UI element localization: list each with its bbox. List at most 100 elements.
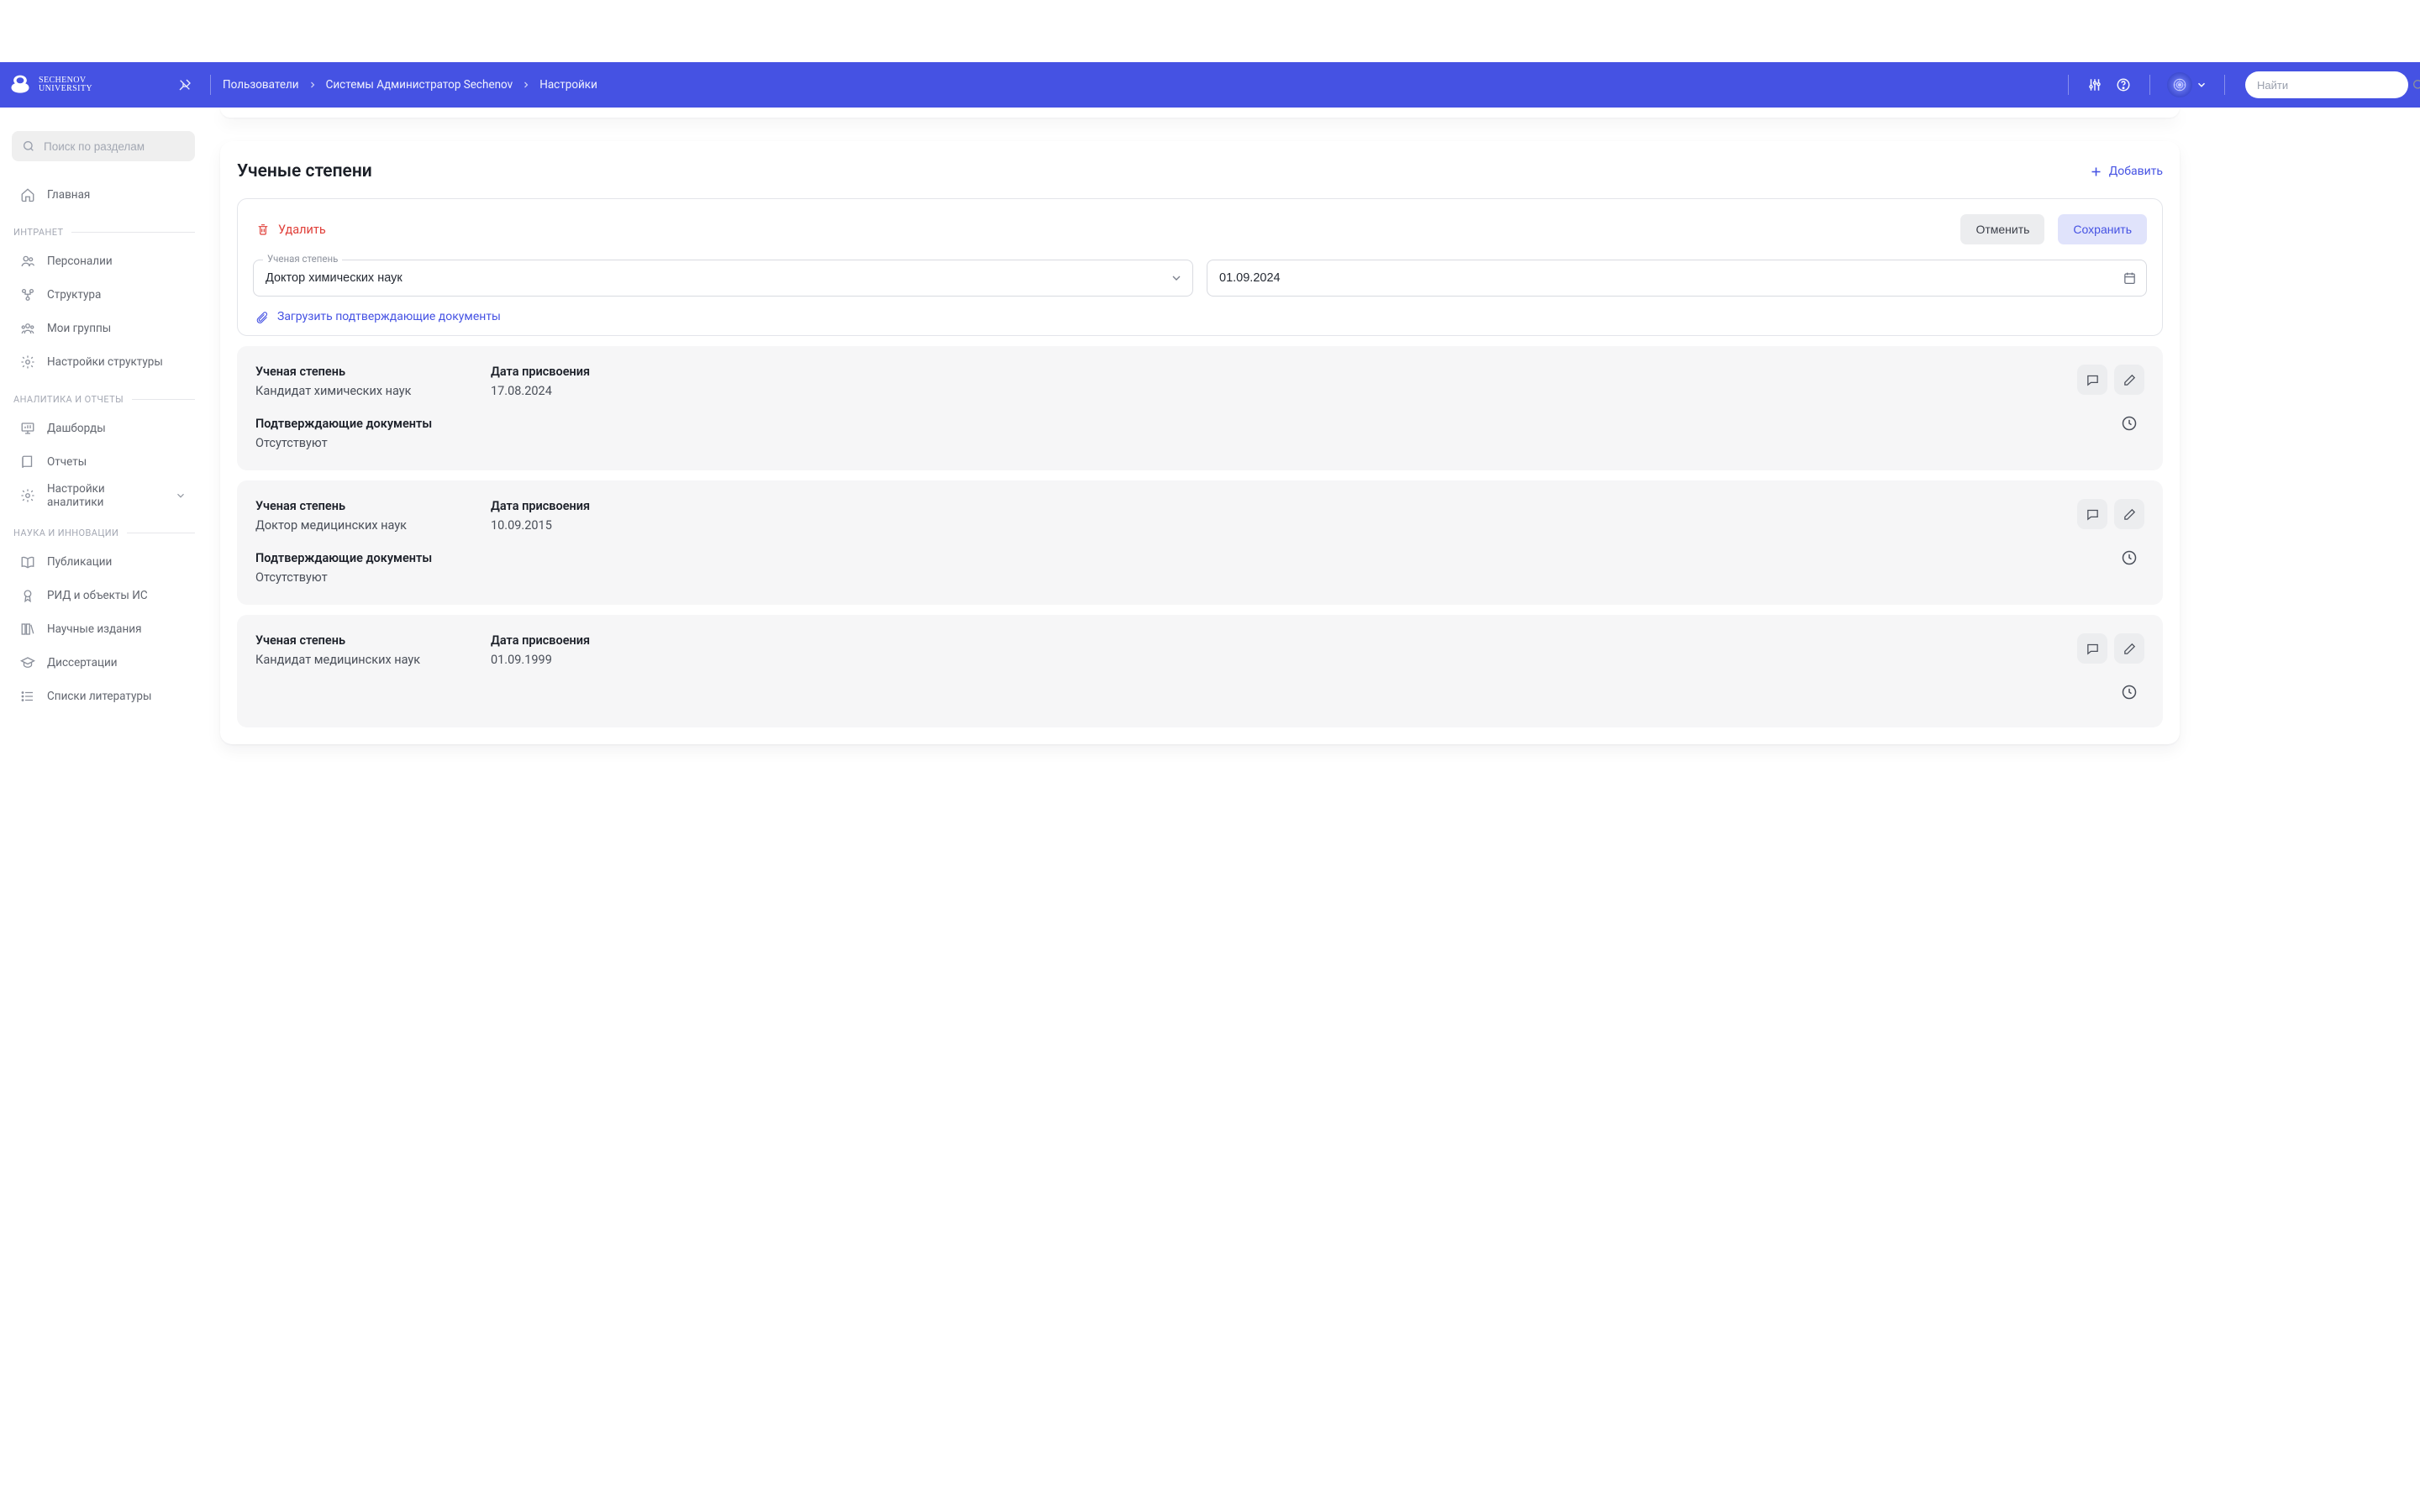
date-field[interactable] bbox=[1207, 260, 2147, 297]
add-degree-button[interactable]: Добавить bbox=[2090, 165, 2163, 178]
trash-icon bbox=[256, 223, 270, 236]
sidebar-item-dashboards[interactable]: Дашборды bbox=[12, 412, 195, 445]
degree-label: Ученая степень bbox=[255, 499, 424, 513]
sidebar-item-publications[interactable]: Публикации bbox=[12, 545, 195, 579]
docs-value: Отсутствуют bbox=[255, 436, 2067, 450]
history-button[interactable] bbox=[2114, 677, 2144, 707]
chevron-down-icon bbox=[175, 490, 187, 501]
clock-icon bbox=[2121, 415, 2138, 432]
pin-icon[interactable] bbox=[171, 71, 198, 98]
sidebar-section-intranet: ИНТРАНЕТ bbox=[13, 227, 195, 238]
sidebar-item-journals[interactable]: Научные издания bbox=[12, 612, 195, 646]
degree-label: Ученая степень bbox=[255, 365, 424, 379]
sidebar-item-label: Персоналии bbox=[47, 255, 113, 268]
logo-icon bbox=[8, 73, 32, 97]
sidebar-item-label: РИД и объекты ИС bbox=[47, 589, 148, 602]
docs-label: Подтверждающие документы bbox=[255, 551, 2067, 565]
logo-text: SECHENOV UNIVERSITY bbox=[39, 76, 92, 94]
global-search[interactable] bbox=[2245, 71, 2408, 98]
date-value: 10.09.2015 bbox=[491, 518, 659, 533]
sidebar-item-mygroups[interactable]: Мои группы bbox=[12, 312, 195, 345]
edit-icon bbox=[2123, 507, 2137, 522]
degree-edit-card: Удалить Отменить Сохранить Ученая степен… bbox=[237, 198, 2163, 336]
degrees-panel: Ученые степени Добавить Удалить Отменить… bbox=[220, 141, 2180, 744]
help-icon[interactable] bbox=[2109, 71, 2138, 99]
breadcrumb-settings[interactable]: Настройки bbox=[539, 78, 597, 92]
add-degree-label: Добавить bbox=[2109, 165, 2163, 178]
date-input[interactable] bbox=[1207, 260, 2147, 297]
search-icon bbox=[22, 139, 35, 153]
comment-button[interactable] bbox=[2077, 365, 2107, 395]
degree-value: Доктор медицинских наук bbox=[255, 518, 424, 533]
global-search-input[interactable] bbox=[2257, 79, 2405, 92]
avatar bbox=[2167, 72, 2192, 97]
sidebar-item-structure[interactable]: Структура bbox=[12, 278, 195, 312]
previous-panel-edge bbox=[220, 108, 2180, 118]
sidebar-section-science: НАУКА И ИННОВАЦИИ bbox=[13, 528, 195, 538]
comment-button[interactable] bbox=[2077, 499, 2107, 529]
sidebar-search[interactable] bbox=[12, 131, 195, 161]
date-label: Дата присвоения bbox=[491, 499, 659, 513]
edit-button[interactable] bbox=[2114, 365, 2144, 395]
sidebar-item-reports[interactable]: Отчеты bbox=[12, 445, 195, 479]
clock-icon bbox=[2121, 549, 2138, 566]
chevron-down-icon bbox=[2196, 79, 2207, 91]
comment-icon bbox=[2086, 507, 2100, 522]
breadcrumb-users[interactable]: Пользователи bbox=[223, 78, 299, 92]
logo[interactable]: SECHENOV UNIVERSITY bbox=[8, 73, 92, 97]
comment-button[interactable] bbox=[2077, 633, 2107, 664]
breadcrumb-admin[interactable]: Системы Администратор Sechenov bbox=[326, 78, 513, 92]
home-icon bbox=[20, 187, 35, 202]
date-label: Дата присвоения bbox=[491, 633, 659, 648]
history-button[interactable] bbox=[2114, 408, 2144, 438]
search-icon bbox=[2412, 78, 2420, 92]
sidebar-item-struct-settings[interactable]: Настройки структуры bbox=[12, 345, 195, 379]
sidebar-item-rid[interactable]: РИД и объекты ИС bbox=[12, 579, 195, 612]
sidebar-item-label: Диссертации bbox=[47, 656, 118, 669]
sidebar-search-input[interactable] bbox=[44, 140, 192, 153]
calendar-icon[interactable] bbox=[2123, 271, 2137, 286]
sidebar-item-analytics-settings[interactable]: Настройки аналитики bbox=[12, 479, 195, 512]
sidebar-item-dissertations[interactable]: Диссертации bbox=[12, 646, 195, 680]
breadcrumb: Пользователи Системы Администратор Seche… bbox=[223, 78, 597, 92]
group-icon bbox=[20, 321, 35, 336]
delete-button[interactable]: Удалить bbox=[256, 223, 326, 237]
edit-icon bbox=[2123, 642, 2137, 656]
sliders-icon[interactable] bbox=[2081, 71, 2109, 99]
plus-icon bbox=[2090, 165, 2102, 178]
user-menu[interactable] bbox=[2167, 72, 2207, 97]
cancel-button[interactable]: Отменить bbox=[1960, 214, 2044, 244]
comment-icon bbox=[2086, 642, 2100, 656]
sidebar-item-label: Настройки аналитики bbox=[47, 482, 163, 509]
edit-button[interactable] bbox=[2114, 499, 2144, 529]
degree-field-label: Ученая степень bbox=[263, 253, 342, 265]
save-button[interactable]: Сохранить bbox=[2058, 214, 2147, 244]
edit-icon bbox=[2123, 373, 2137, 387]
sidebar-item-label: Дашборды bbox=[47, 422, 106, 435]
date-value: 17.08.2024 bbox=[491, 384, 659, 398]
degree-select-input[interactable] bbox=[253, 260, 1193, 297]
users-icon bbox=[20, 254, 35, 269]
paperclip-icon bbox=[256, 311, 269, 323]
history-button[interactable] bbox=[2114, 543, 2144, 573]
org-icon bbox=[20, 287, 35, 302]
upload-docs-button[interactable]: Загрузить подтверждающие документы bbox=[256, 310, 2147, 323]
browser-chrome-gap bbox=[0, 0, 2420, 62]
clock-icon bbox=[2121, 684, 2138, 701]
sidebar-item-home[interactable]: Главная bbox=[12, 178, 195, 212]
main-content: Ученые степени Добавить Удалить Отменить… bbox=[207, 108, 2420, 1512]
degree-item: Ученая степень Кандидат медицинских наук… bbox=[237, 615, 2163, 727]
graduation-icon bbox=[20, 655, 35, 670]
degree-label: Ученая степень bbox=[255, 633, 424, 648]
chevron-right-icon bbox=[308, 80, 318, 90]
degree-select[interactable]: Ученая степень bbox=[253, 260, 1193, 297]
date-value: 01.09.1999 bbox=[491, 653, 659, 667]
edit-button[interactable] bbox=[2114, 633, 2144, 664]
sidebar-item-bibliography[interactable]: Списки литературы bbox=[12, 680, 195, 713]
chevron-down-icon bbox=[1170, 271, 1183, 285]
sidebar-item-label: Структура bbox=[47, 288, 101, 302]
sidebar-section-analytics: АНАЛИТИКА И ОТЧЕТЫ bbox=[13, 394, 195, 405]
sidebar-item-personas[interactable]: Персоналии bbox=[12, 244, 195, 278]
comment-icon bbox=[2086, 373, 2100, 387]
degree-item: Ученая степень Доктор медицинских наук Д… bbox=[237, 480, 2163, 605]
